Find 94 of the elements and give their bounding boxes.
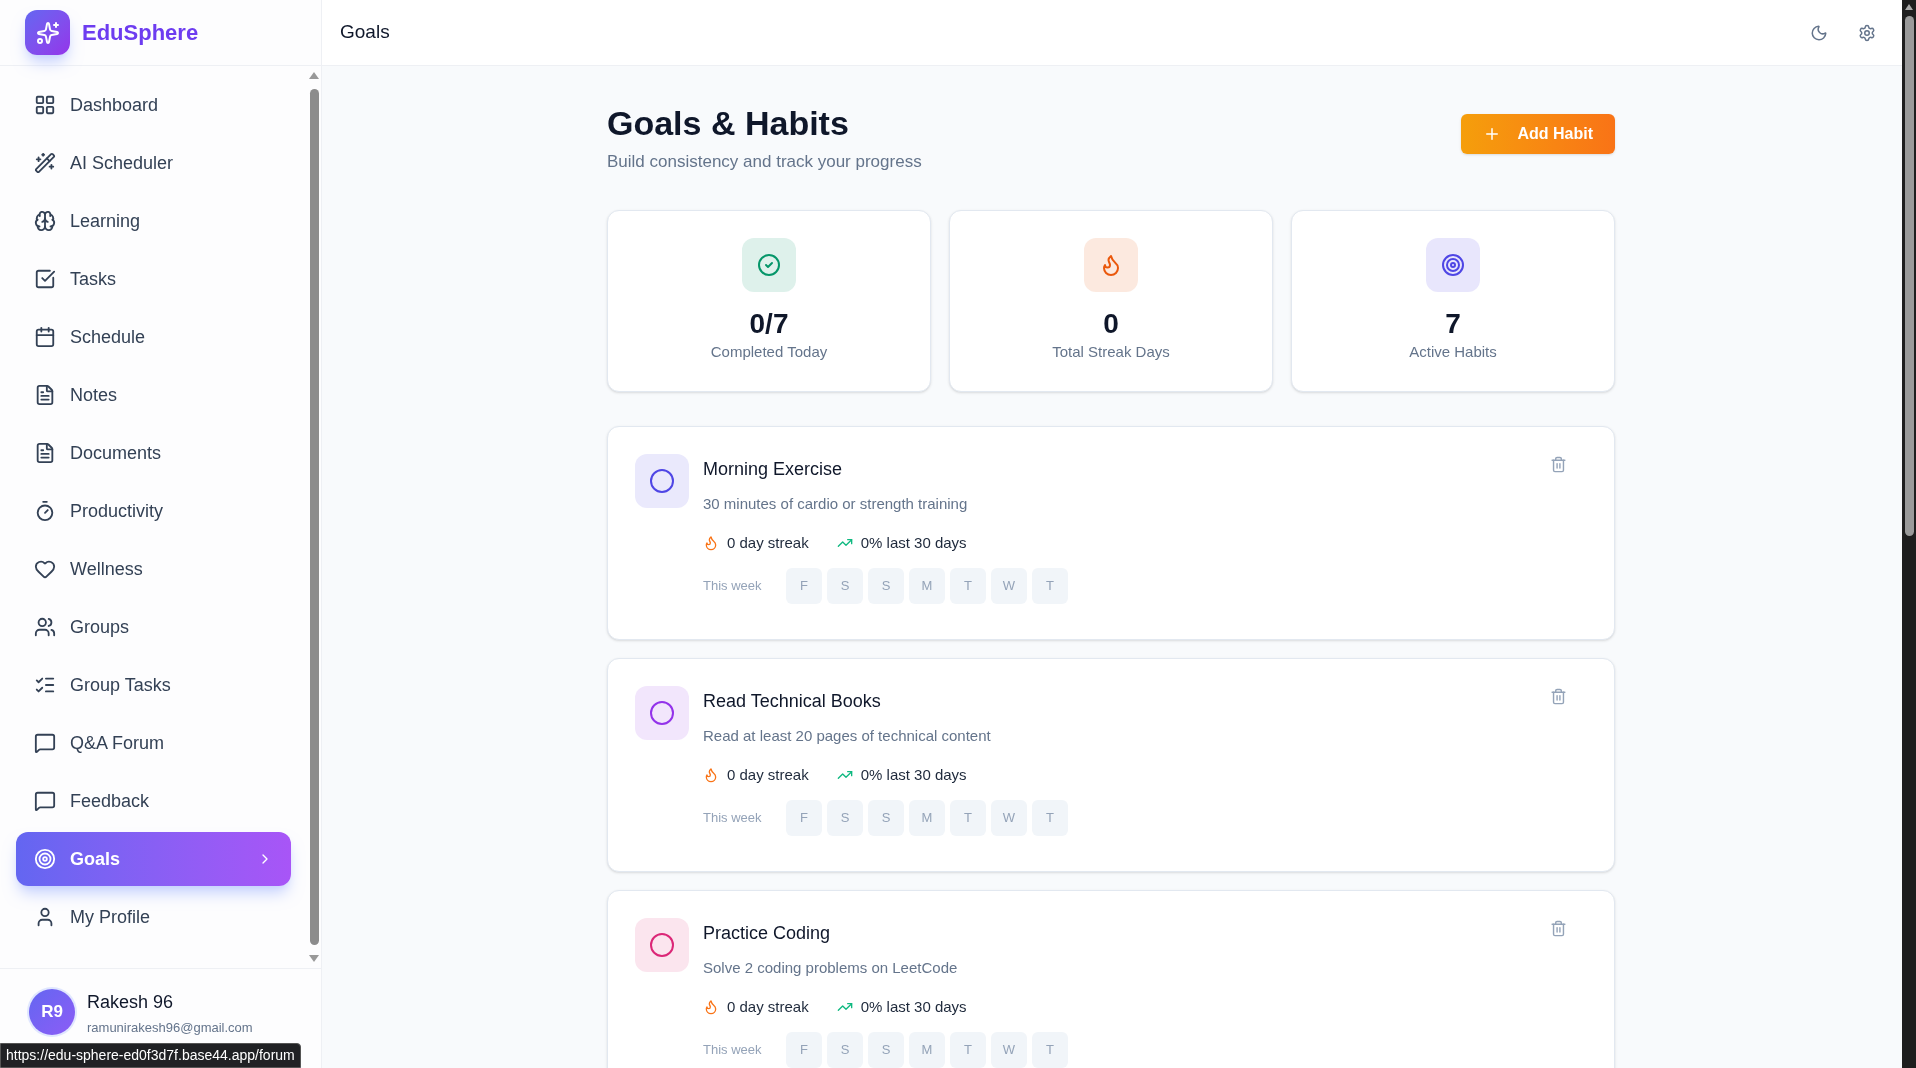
sidebar-item[interactable]: My Profile: [16, 890, 291, 944]
streak-text: 0 day streak: [727, 532, 809, 553]
habit-name: Morning Exercise: [703, 458, 844, 481]
day-chip[interactable]: W: [991, 800, 1027, 836]
sidebar-item[interactable]: Learning: [16, 194, 291, 248]
sidebar-item[interactable]: Notes: [16, 368, 291, 422]
week-label: This week: [703, 577, 763, 596]
document-icon: [34, 384, 56, 406]
streak-text: 0 day streak: [727, 996, 809, 1017]
sidebar-item[interactable]: Groups: [16, 600, 291, 654]
brain-icon: [34, 210, 56, 232]
page-title: Goals & Habits: [607, 103, 850, 144]
calendar-icon: [34, 326, 56, 348]
sidebar-item[interactable]: Q&A Forum: [16, 716, 291, 770]
user-avatar[interactable]: R9: [29, 989, 75, 1035]
page-subtitle: Build consistency and track your progress: [607, 150, 922, 173]
sidebar-item[interactable]: Dashboard: [16, 78, 291, 132]
user-email: ramunirakesh96@gmail.com: [87, 1019, 253, 1037]
day-chip[interactable]: F: [786, 568, 822, 604]
stat-label: Completed Today: [710, 343, 828, 362]
habit-name: Read Technical Books: [703, 690, 882, 713]
day-chip[interactable]: S: [868, 800, 904, 836]
day-chip[interactable]: M: [909, 1032, 945, 1068]
stat-value: 7: [1445, 307, 1461, 341]
sidebar-item[interactable]: Group Tasks: [16, 658, 291, 712]
settings-icon[interactable]: [1858, 23, 1876, 42]
flame-icon: [703, 766, 719, 783]
user-name: Rakesh 96: [87, 991, 175, 1014]
check-circle-icon: [757, 253, 781, 277]
habit-description: Solve 2 coding problems on LeetCode: [703, 958, 959, 978]
speech-bubble-icon: [34, 732, 56, 754]
target-icon: [1441, 253, 1465, 277]
target-icon: [34, 848, 56, 870]
delete-icon[interactable]: [1550, 688, 1567, 705]
week-label: This week: [703, 1041, 763, 1060]
checkbox-icon: [34, 268, 56, 290]
stat-value: 0: [1103, 307, 1119, 341]
day-chip[interactable]: T: [950, 568, 986, 604]
day-chip[interactable]: W: [991, 568, 1027, 604]
day-chip[interactable]: T: [950, 800, 986, 836]
heart-icon: [34, 558, 56, 580]
sidebar-item[interactable]: Productivity: [16, 484, 291, 538]
day-chip[interactable]: T: [1032, 800, 1068, 836]
users-icon: [34, 616, 56, 638]
habit-checkbox[interactable]: [650, 933, 674, 957]
sidebar-item[interactable]: Documents: [16, 426, 291, 480]
sidebar-item[interactable]: Feedback: [16, 774, 291, 828]
stat-value: 0/7: [749, 307, 789, 341]
day-chip[interactable]: M: [909, 800, 945, 836]
sidebar-item[interactable]: AI Scheduler: [16, 136, 291, 190]
sidebar-item[interactable]: Tasks: [16, 252, 291, 306]
completion-rate: 0% last 30 days: [860, 532, 967, 553]
flame-icon: [703, 534, 719, 551]
habit-checkbox[interactable]: [650, 469, 674, 493]
day-chip[interactable]: T: [950, 1032, 986, 1068]
habit-description: Read at least 20 pages of technical content: [703, 726, 992, 746]
habit-checkbox[interactable]: [650, 701, 674, 725]
streak-text: 0 day streak: [727, 764, 809, 785]
day-chip[interactable]: M: [909, 568, 945, 604]
status-url: https://edu-sphere-ed0f3d7f.base44.app/forum: [0, 1043, 301, 1068]
stat-label: Total Streak Days: [1052, 343, 1170, 362]
habit-description: 30 minutes of cardio or strength training: [703, 494, 969, 514]
delete-icon[interactable]: [1550, 920, 1567, 937]
header-title: Goals: [340, 20, 391, 45]
habit-name: Practice Coding: [703, 922, 832, 945]
day-chip[interactable]: S: [868, 568, 904, 604]
delete-icon[interactable]: [1550, 456, 1567, 473]
dark-mode-icon[interactable]: [1810, 23, 1828, 42]
flame-icon: [703, 998, 719, 1015]
sidebar-item[interactable]: Goals: [16, 832, 291, 886]
day-chip[interactable]: F: [786, 800, 822, 836]
week-label: This week: [703, 809, 763, 828]
page-scrollbar[interactable]: [1902, 0, 1916, 1068]
speech-bubble-icon: [34, 790, 56, 812]
stat-label: Active Habits: [1409, 343, 1497, 362]
day-chip[interactable]: W: [991, 1032, 1027, 1068]
grid-icon: [34, 94, 56, 116]
day-chip[interactable]: F: [786, 1032, 822, 1068]
day-chip[interactable]: T: [1032, 568, 1068, 604]
sidebar-item[interactable]: Wellness: [16, 542, 291, 596]
sidebar-item[interactable]: Schedule: [16, 310, 291, 364]
logo-icon: [25, 10, 70, 55]
brand-name: EduSphere: [82, 19, 199, 47]
day-chip[interactable]: S: [827, 568, 863, 604]
completion-rate: 0% last 30 days: [860, 996, 967, 1017]
completion-rate: 0% last 30 days: [860, 764, 967, 785]
document-icon: [34, 442, 56, 464]
stopwatch-icon: [34, 500, 56, 522]
add-habit-button[interactable]: Add Habit: [1461, 114, 1615, 154]
day-chip[interactable]: S: [827, 1032, 863, 1068]
day-chip[interactable]: S: [827, 800, 863, 836]
day-chip[interactable]: S: [868, 1032, 904, 1068]
wand-icon: [34, 152, 56, 174]
day-chip[interactable]: T: [1032, 1032, 1068, 1068]
